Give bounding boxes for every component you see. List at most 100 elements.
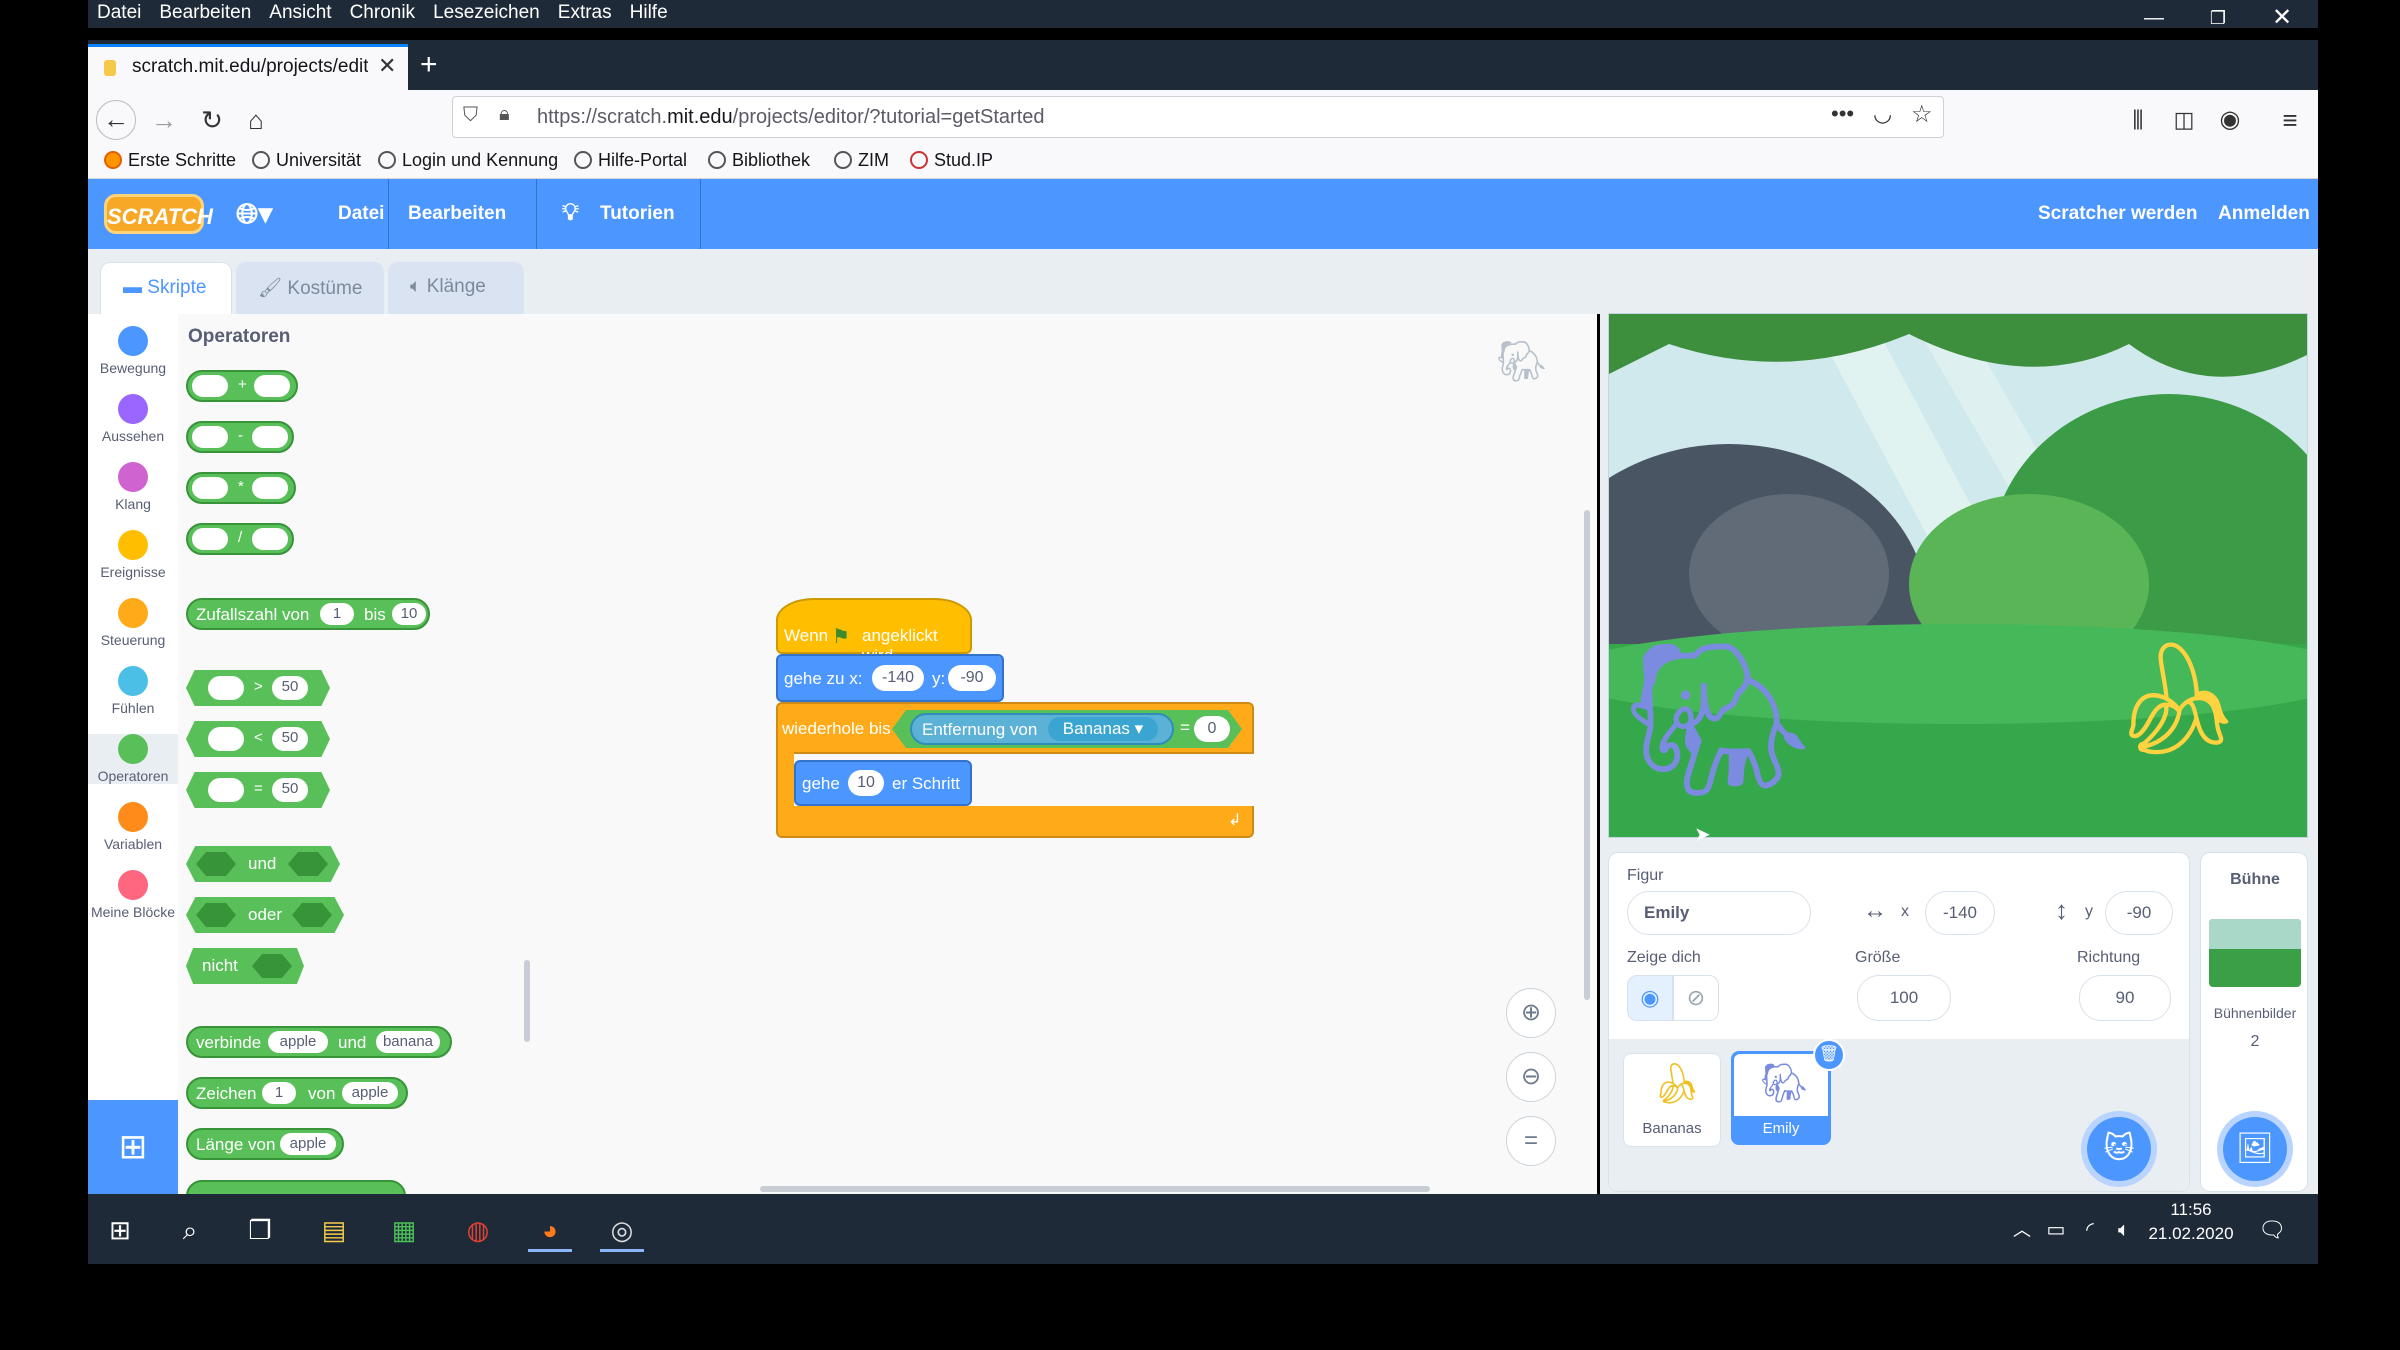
category-7[interactable]: Variablen — [88, 802, 178, 852]
language-globe-icon[interactable]: 🌐︎▾ — [236, 197, 272, 231]
clock[interactable]: 11:56 21.02.2020 — [2146, 1200, 2236, 1244]
tab-costumes[interactable]: 🖌︎ Kostüme — [236, 262, 384, 314]
scripts-v-scrollbar[interactable] — [1584, 510, 1590, 1000]
sprite-name-input[interactable]: Emily — [1627, 891, 1811, 935]
delete-sprite-icon[interactable]: 🗑︎ — [1813, 1039, 1845, 1071]
slot[interactable]: 1 — [320, 603, 354, 625]
equals-value-input[interactable]: 0 — [1194, 716, 1230, 742]
move-steps-block[interactable]: gehe 10 er Schritt — [794, 760, 972, 806]
notifications-icon[interactable]: 🗨︎ — [2250, 1208, 2294, 1252]
menu-extras[interactable]: Extras — [549, 0, 621, 24]
bool-slot[interactable] — [196, 852, 236, 876]
spreadsheet-app-icon[interactable]: ▦ — [382, 1208, 426, 1252]
menu-bearbeiten[interactable]: Bearbeiten — [150, 0, 260, 24]
volume-icon[interactable]: 🔈︎ — [2102, 1208, 2146, 1252]
distance-target-dropdown[interactable]: Bananas ▾ — [1048, 717, 1158, 741]
zoom-reset-icon[interactable]: = — [1506, 1116, 1556, 1166]
join-scratch-link[interactable]: Scratcher werden — [2038, 203, 2197, 225]
category-0[interactable]: Bewegung — [88, 326, 178, 376]
search-icon[interactable]: ⌕ — [168, 1208, 212, 1252]
slot[interactable] — [192, 426, 228, 448]
block-divide[interactable]: / — [186, 523, 294, 555]
bookmark-erste-schritte[interactable]: Erste Schritte — [104, 150, 236, 171]
slot[interactable]: 50 — [272, 727, 308, 751]
category-6[interactable]: Operatoren — [88, 734, 178, 784]
slot[interactable] — [192, 477, 228, 499]
block-join[interactable]: verbinde apple und banana — [186, 1026, 452, 1058]
slot[interactable] — [192, 528, 228, 550]
shield-icon[interactable]: ⛉ — [463, 104, 478, 127]
slot[interactable] — [208, 727, 244, 751]
bool-slot[interactable] — [292, 903, 332, 927]
bool-slot[interactable] — [196, 903, 236, 927]
tab-sounds[interactable]: 🔈︎ Klänge — [388, 262, 524, 314]
block-and[interactable]: und — [186, 846, 340, 882]
slot[interactable] — [208, 676, 244, 700]
block-or[interactable]: oder — [186, 897, 344, 933]
home-icon[interactable]: ⌂ — [236, 100, 276, 140]
bookmark-bibliothek[interactable]: Bibliothek — [708, 150, 810, 171]
add-backdrop-icon[interactable]: 🖼︎ — [2223, 1117, 2287, 1181]
block-multiply[interactable]: * — [186, 472, 296, 504]
stage-target-pane[interactable]: Bühne Bühnenbilder 2 🖼︎ — [2200, 852, 2308, 1192]
block-contains[interactable] — [186, 1180, 406, 1194]
slot[interactable] — [192, 375, 228, 397]
bananas-sprite-icon[interactable]: 🍌︎ — [2109, 644, 2249, 754]
bool-slot[interactable] — [252, 954, 292, 978]
elephant-sprite-icon[interactable]: 🐘︎ — [1623, 644, 1813, 794]
zoom-in-icon[interactable]: ⊕ — [1506, 988, 1556, 1038]
bookmark-star-icon[interactable]: ☆ — [1911, 100, 1933, 129]
block-greater[interactable]: >50 — [186, 670, 330, 706]
restore-icon[interactable]: ❐ — [2188, 0, 2248, 36]
menu-edit[interactable]: Bearbeiten — [388, 203, 506, 225]
add-sprite-icon[interactable]: 🐱︎ — [2087, 1117, 2151, 1181]
show-visible-icon[interactable]: ◉ — [1627, 975, 1673, 1021]
zoom-out-icon[interactable]: ⊖ — [1506, 1052, 1556, 1102]
menu-file[interactable]: Datei — [338, 203, 384, 225]
size-input[interactable]: 100 — [1857, 975, 1951, 1021]
hide-sprite-icon[interactable]: ⊘ — [1673, 975, 1719, 1021]
slot[interactable] — [252, 426, 288, 448]
when-flag-clicked-block[interactable]: Wenn ⚑ angeklickt wird — [776, 598, 972, 665]
scripts-area[interactable]: 🐘︎ Wenn ⚑ angeklickt wird gehe zu x: -14… — [540, 314, 1597, 1194]
slot[interactable]: 50 — [272, 676, 308, 700]
menu-datei[interactable]: Datei — [88, 0, 150, 24]
block-add[interactable]: + — [186, 370, 298, 402]
bool-slot[interactable] — [288, 852, 328, 876]
move-steps-input[interactable]: 10 — [848, 770, 884, 796]
scripts-h-scrollbar[interactable] — [760, 1186, 1430, 1192]
block-equals[interactable]: = 50 — [186, 772, 330, 808]
category-5[interactable]: Fühlen — [88, 666, 178, 716]
slot[interactable]: 10 — [392, 603, 426, 625]
menu-chronik[interactable]: Chronik — [341, 0, 424, 24]
category-8[interactable]: Meine Blöcke — [88, 870, 178, 920]
distance-to-block[interactable]: Entfernung von Bananas ▾ — [910, 713, 1174, 745]
browser-tab[interactable]: scratch.mit.edu/projects/editor ✕ — [88, 44, 408, 90]
reload-icon[interactable]: ↻ — [192, 100, 232, 140]
menu-hilfe[interactable]: Hilfe — [621, 0, 677, 24]
new-tab-icon[interactable]: + — [420, 48, 438, 82]
repeat-until-block[interactable]: wiederhole bis Entfernung von Bananas ▾ … — [776, 702, 1254, 754]
windows-start-icon[interactable]: ⊞ — [98, 1208, 142, 1252]
slot[interactable] — [252, 477, 288, 499]
extension-button[interactable]: ⊞ — [88, 1100, 178, 1194]
firefox-taskbar-icon[interactable]: ◕ — [528, 1208, 572, 1252]
slot[interactable] — [208, 778, 244, 802]
sign-in-link[interactable]: Anmelden — [2218, 203, 2310, 225]
block-random[interactable]: Zufallszahl von 1 bis 10 — [186, 598, 430, 630]
block-letter-of[interactable]: Zeichen 1 von apple — [186, 1077, 408, 1109]
tab-code[interactable]: ▬ Skripte — [100, 262, 232, 314]
bookmark-studip[interactable]: Stud.IP — [910, 150, 993, 171]
y-input[interactable]: -90 — [2105, 891, 2173, 935]
block-length-of[interactable]: Länge von apple — [186, 1128, 344, 1160]
bookmark-hilfe-portal[interactable]: Hilfe-Portal — [574, 150, 687, 171]
forward-icon[interactable]: → — [144, 100, 184, 140]
palette-scrollbar[interactable] — [524, 960, 530, 1042]
tab-close-icon[interactable]: ✕ — [378, 53, 396, 79]
chrome-icon[interactable]: ◍ — [456, 1208, 500, 1252]
minimize-icon[interactable]: — — [2124, 0, 2184, 36]
slot[interactable]: apple — [280, 1133, 336, 1155]
goto-x-input[interactable]: -140 — [872, 665, 924, 691]
category-4[interactable]: Steuerung — [88, 598, 178, 648]
block-less[interactable]: <50 — [186, 721, 330, 757]
